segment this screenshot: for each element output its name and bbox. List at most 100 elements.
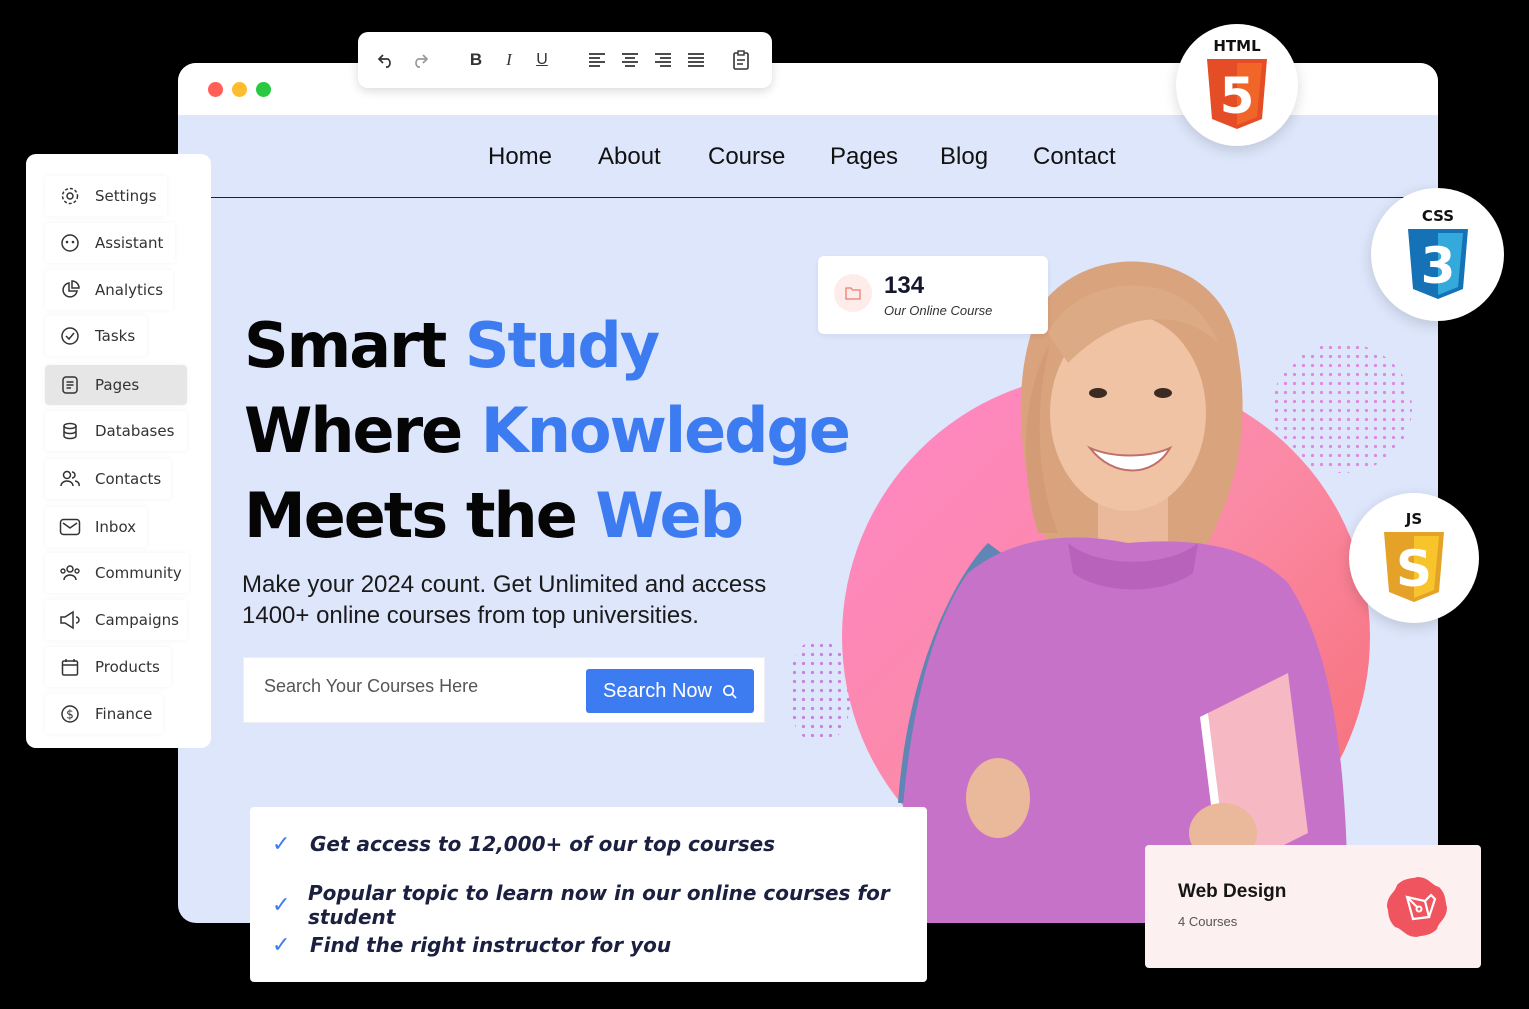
paste-icon[interactable]	[729, 48, 753, 72]
svg-text:S: S	[1396, 540, 1432, 598]
dollar-icon: $	[59, 703, 81, 725]
sidebar-item-label: Products	[95, 658, 160, 676]
nav-blog[interactable]: Blog	[940, 143, 988, 171]
italic-icon[interactable]: I	[497, 48, 521, 72]
css3-logo-icon: CSS 3	[1407, 207, 1468, 299]
benefits-checklist: ✓ Get access to 12,000+ of our top cours…	[250, 807, 927, 982]
list-item: ✓ Get access to 12,000+ of our top cours…	[272, 831, 775, 857]
redo-icon[interactable]	[408, 48, 432, 72]
stat-value: 134	[884, 272, 925, 299]
hero-subtitle: Make your 2024 count. Get Unlimited and …	[242, 569, 802, 631]
hero-subtitle-line: Make your 2024 count. Get Unlimited and …	[242, 571, 767, 598]
align-justify-icon[interactable]	[684, 48, 708, 72]
sidebar-item-inbox[interactable]: Inbox	[45, 507, 147, 547]
search-button-label: Search Now	[603, 679, 712, 702]
stat-label: Our Online Course	[884, 303, 993, 318]
document-icon	[59, 374, 81, 396]
close-window-button[interactable]	[208, 82, 223, 97]
hero-title-text: Where	[244, 394, 481, 467]
sidebar-item-databases[interactable]: Databases	[45, 411, 187, 451]
svg-text:JS: JS	[1405, 510, 1422, 528]
checkmark-icon: ✓	[272, 932, 291, 957]
hero-title-accent: Study	[464, 309, 660, 382]
sidebar-item-community[interactable]: Community	[45, 553, 189, 593]
app-sidebar: Settings Assistant Analytics Tasks Pages…	[26, 154, 211, 748]
list-item-text: Find the right instructor for you	[310, 933, 672, 957]
list-item-text: Popular topic to learn now in our online…	[307, 881, 890, 929]
database-icon	[59, 420, 81, 442]
sidebar-item-label: Analytics	[95, 281, 164, 299]
svg-text:3: 3	[1420, 237, 1455, 295]
nav-about[interactable]: About	[598, 143, 661, 171]
svg-text:5: 5	[1220, 67, 1255, 125]
list-item: ✓ Find the right instructor for you	[272, 932, 671, 958]
js-badge: JS S	[1349, 493, 1479, 623]
hero-title-accent: Web	[595, 479, 744, 552]
sidebar-item-contacts[interactable]: Contacts	[45, 459, 171, 499]
css3-badge: CSS 3	[1371, 188, 1504, 321]
sidebar-item-finance[interactable]: $ Finance	[45, 694, 163, 734]
sidebar-item-label: Assistant	[95, 234, 164, 252]
assistant-icon	[59, 232, 81, 254]
sidebar-item-tasks[interactable]: Tasks	[45, 316, 147, 356]
sidebar-item-label: Community	[95, 564, 182, 582]
underline-icon[interactable]: U	[530, 48, 554, 72]
sidebar-item-label: Databases	[95, 422, 175, 440]
megaphone-icon	[59, 609, 81, 631]
online-course-stat-card: 134 Our Online Course	[818, 256, 1048, 334]
hero-subtitle-line: 1400+ online courses from top universiti…	[242, 602, 699, 629]
sidebar-item-products[interactable]: Products	[45, 647, 171, 687]
nav-home[interactable]: Home	[488, 143, 552, 171]
sidebar-item-label: Settings	[95, 187, 157, 205]
sidebar-item-label: Pages	[95, 376, 140, 394]
course-category-card[interactable]: Web Design 4 Courses	[1145, 845, 1481, 968]
align-right-icon[interactable]	[651, 48, 675, 72]
sidebar-item-analytics[interactable]: Analytics	[45, 270, 173, 310]
maximize-window-button[interactable]	[256, 82, 271, 97]
minimize-window-button[interactable]	[232, 82, 247, 97]
pen-tool-icon	[1385, 875, 1449, 939]
hero-title-text: Smart	[244, 309, 465, 382]
search-icon	[723, 684, 737, 699]
nav-pages[interactable]: Pages	[830, 143, 898, 171]
users-icon	[59, 468, 81, 490]
checkmark-icon: ✓	[272, 892, 291, 917]
pie-chart-icon	[59, 279, 81, 301]
javascript-logo-icon: JS S	[1384, 510, 1444, 602]
svg-text:HTML: HTML	[1213, 37, 1261, 55]
html5-logo-icon: HTML 5	[1207, 37, 1267, 129]
sidebar-item-label: Tasks	[95, 327, 136, 345]
svg-text:$: $	[66, 708, 74, 722]
community-icon	[59, 562, 81, 584]
undo-icon[interactable]	[374, 48, 398, 72]
bold-icon[interactable]: B	[464, 48, 488, 72]
folder-icon	[834, 274, 872, 312]
hero-title: Smart Study Where Knowledge Meets the We…	[244, 303, 851, 558]
text-editor-toolbar: B I U	[358, 32, 772, 88]
html5-badge: HTML 5	[1176, 24, 1298, 146]
nav-contact[interactable]: Contact	[1033, 143, 1116, 171]
sidebar-item-campaigns[interactable]: Campaigns	[45, 600, 187, 640]
search-now-button[interactable]: Search Now	[586, 669, 754, 713]
sidebar-item-label: Contacts	[95, 470, 162, 488]
checkmark-icon: ✓	[272, 831, 291, 856]
sidebar-item-label: Inbox	[95, 518, 137, 536]
sidebar-item-pages[interactable]: Pages	[45, 365, 187, 405]
align-center-icon[interactable]	[618, 48, 642, 72]
sidebar-item-settings[interactable]: Settings	[45, 176, 167, 216]
browser-window: Home About Course Pages Blog Contact Sma…	[178, 63, 1438, 923]
calendar-icon	[59, 656, 81, 678]
category-course-count: 4 Courses	[1178, 914, 1238, 929]
course-search-box: Search Now	[243, 657, 765, 723]
category-title: Web Design	[1178, 881, 1287, 902]
check-circle-icon	[59, 325, 81, 347]
hero-title-accent: Knowledge	[480, 394, 851, 467]
sidebar-item-label: Campaigns	[95, 611, 180, 629]
mail-icon	[59, 516, 81, 538]
gear-icon	[59, 185, 81, 207]
svg-text:CSS: CSS	[1421, 207, 1453, 225]
sidebar-item-assistant[interactable]: Assistant	[45, 223, 175, 263]
nav-course[interactable]: Course	[708, 143, 785, 171]
align-left-icon[interactable]	[585, 48, 609, 72]
course-search-input[interactable]	[264, 676, 564, 697]
